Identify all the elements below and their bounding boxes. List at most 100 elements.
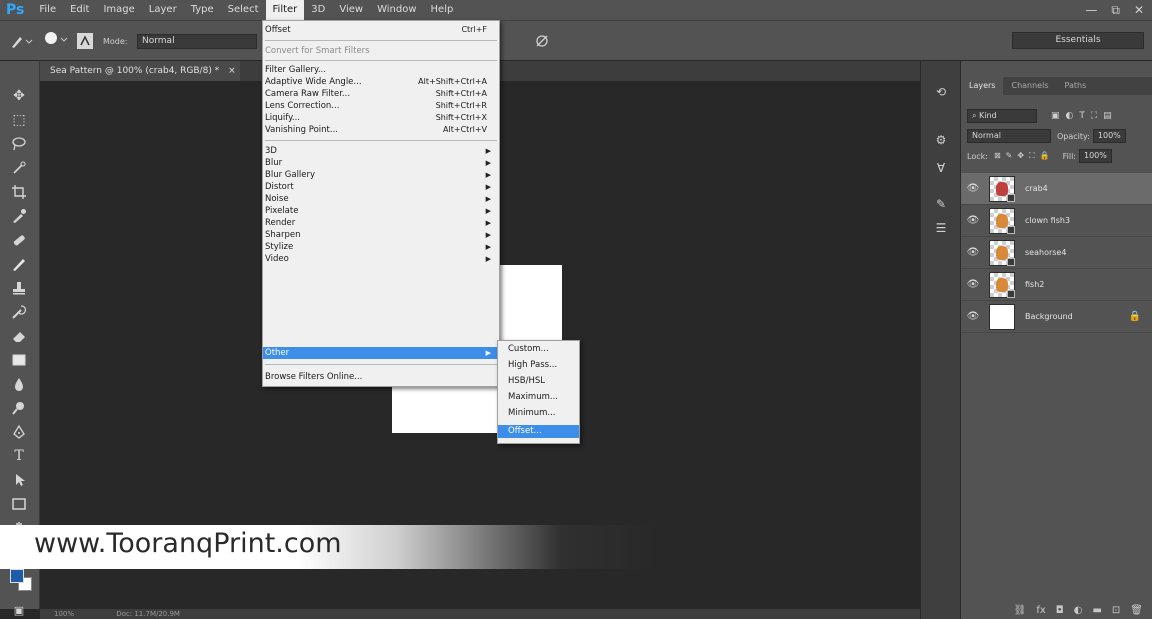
- new-group-icon[interactable]: ▬: [1092, 605, 1101, 616]
- close-button[interactable]: ✕: [1134, 3, 1144, 17]
- layer-style-icon[interactable]: fx: [1036, 605, 1045, 616]
- menu-view[interactable]: View: [332, 0, 370, 20]
- menu-item-noise[interactable]: Noise ▶: [263, 193, 499, 205]
- screen-mode-icon[interactable]: ▣: [8, 599, 30, 619]
- menu-item-adaptive-wide-angle[interactable]: Adaptive Wide Angle... Alt+Shift+Ctrl+A: [263, 76, 499, 88]
- clone-stamp-tool-icon[interactable]: [8, 277, 30, 299]
- menu-item-vanishing-point[interactable]: Vanishing Point... Alt+Ctrl+V: [263, 124, 499, 136]
- menu-3d[interactable]: 3D: [304, 0, 332, 20]
- submenu-item-minimum[interactable]: Minimum...: [498, 407, 579, 420]
- layer-row[interactable]: 👁 crab4: [961, 173, 1152, 205]
- menu-filter[interactable]: Filter: [265, 0, 305, 20]
- type-tool-icon[interactable]: T: [8, 445, 30, 467]
- pen-tool-icon[interactable]: [8, 421, 30, 443]
- menu-type[interactable]: Type: [184, 0, 221, 20]
- menu-select[interactable]: Select: [221, 0, 266, 20]
- menu-file[interactable]: File: [32, 0, 63, 20]
- submenu-item-maximum[interactable]: Maximum...: [498, 391, 579, 404]
- kind-filter-select[interactable]: ⌕ Kind: [967, 109, 1037, 123]
- history-panel-icon[interactable]: ⟲: [931, 85, 951, 103]
- gradient-tool-icon[interactable]: [8, 349, 30, 371]
- tab-paths[interactable]: Paths: [1057, 77, 1095, 95]
- menu-item-filter-gallery[interactable]: Filter Gallery...: [263, 64, 499, 76]
- submenu-item-offset[interactable]: Offset...: [498, 425, 579, 438]
- layer-mask-icon[interactable]: ◘: [1056, 605, 1064, 616]
- brush-tool-icon[interactable]: [8, 253, 30, 275]
- menu-item-other[interactable]: Other ▶: [263, 347, 499, 359]
- visibility-eye-icon[interactable]: 👁: [961, 215, 985, 226]
- brush-tool-icon[interactable]: [8, 21, 34, 61]
- quick-selection-tool-icon[interactable]: [8, 157, 30, 179]
- menu-item-blur[interactable]: Blur ▶: [263, 157, 499, 169]
- crop-tool-icon[interactable]: [8, 181, 30, 203]
- lock-icons[interactable]: ⊠✎✥⛶🔒: [994, 151, 1055, 161]
- foreground-color-swatch[interactable]: [10, 569, 24, 583]
- fill-input[interactable]: 100%: [1079, 149, 1112, 163]
- minimize-button[interactable]: —: [1085, 3, 1097, 17]
- menu-item-render[interactable]: Render ▶: [263, 217, 499, 229]
- workspace-select[interactable]: Essentials: [1012, 32, 1144, 49]
- healing-brush-tool-icon[interactable]: [8, 229, 30, 251]
- lasso-tool-icon[interactable]: [8, 133, 30, 155]
- adjustments-panel-icon[interactable]: ☰: [931, 221, 951, 239]
- restore-button[interactable]: ⧉: [1111, 3, 1120, 18]
- submenu-item-high-pass[interactable]: High Pass...: [498, 359, 579, 372]
- visibility-eye-icon[interactable]: 👁: [961, 311, 985, 322]
- menu-item-distort[interactable]: Distort ▶: [263, 181, 499, 193]
- opacity-input[interactable]: 100%: [1092, 129, 1126, 143]
- visibility-eye-icon[interactable]: 👁: [961, 183, 985, 194]
- menu-item-blur-gallery[interactable]: Blur Gallery ▶: [263, 169, 499, 181]
- path-selection-tool-icon[interactable]: [8, 469, 30, 491]
- character-panel-icon[interactable]: Ɐ: [931, 161, 951, 179]
- menu-item-sharpen[interactable]: Sharpen ▶: [263, 229, 499, 241]
- link-layers-icon[interactable]: ⛓: [1014, 605, 1027, 616]
- menu-layer[interactable]: Layer: [142, 0, 184, 20]
- visibility-eye-icon[interactable]: 👁: [961, 247, 985, 258]
- layer-row[interactable]: 👁 seahorse4: [961, 237, 1152, 269]
- eyedropper-tool-icon[interactable]: [8, 205, 30, 227]
- delete-layer-icon[interactable]: 🗑: [1130, 605, 1143, 616]
- menu-item-last-filter[interactable]: Offset Ctrl+F: [263, 24, 499, 36]
- brush-preset-picker-icon[interactable]: [40, 21, 70, 61]
- status-zoom[interactable]: 100%: [54, 610, 74, 618]
- menu-item-camera-raw[interactable]: Camera Raw Filter... Shift+Ctrl+A: [263, 88, 499, 100]
- close-tab-icon[interactable]: ×: [228, 66, 236, 76]
- menu-image[interactable]: Image: [96, 0, 141, 20]
- blur-tool-icon[interactable]: [8, 373, 30, 395]
- adjustment-layer-icon[interactable]: ◐: [1074, 605, 1083, 616]
- brush-panel-icon[interactable]: ✎: [931, 197, 951, 215]
- menu-item-browse-filters-online[interactable]: Browse Filters Online...: [263, 371, 499, 383]
- menu-edit[interactable]: Edit: [63, 0, 96, 20]
- marquee-tool-icon[interactable]: ⬚: [8, 109, 30, 131]
- document-tab[interactable]: Sea Pattern @ 100% (crab4, RGB/8) * ×: [40, 61, 240, 81]
- history-brush-tool-icon[interactable]: [8, 301, 30, 323]
- layer-row[interactable]: 👁 Background 🔒: [961, 301, 1152, 333]
- filter-type-icons[interactable]: ▣◐T⛶▤: [1051, 111, 1118, 121]
- submenu-item-custom[interactable]: Custom...: [498, 343, 579, 356]
- new-layer-icon[interactable]: ⊡: [1112, 605, 1120, 616]
- layer-thumbnail: [989, 207, 1015, 234]
- layer-row[interactable]: 👁 clown fish3: [961, 205, 1152, 237]
- pressure-size-icon[interactable]: [534, 21, 550, 61]
- menu-item-pixelate[interactable]: Pixelate ▶: [263, 205, 499, 217]
- brush-panel-icon[interactable]: [76, 21, 94, 61]
- move-tool-icon[interactable]: ✥: [8, 85, 30, 107]
- rectangle-tool-icon[interactable]: [8, 493, 30, 515]
- menu-item-video[interactable]: Video ▶: [263, 253, 499, 265]
- menu-item-stylize[interactable]: Stylize ▶: [263, 241, 499, 253]
- menu-item-liquify[interactable]: Liquify... Shift+Ctrl+X: [263, 112, 499, 124]
- visibility-eye-icon[interactable]: 👁: [961, 279, 985, 290]
- layer-row[interactable]: 👁 fish2: [961, 269, 1152, 301]
- menu-window[interactable]: Window: [370, 0, 423, 20]
- tab-layers[interactable]: Layers: [961, 77, 1004, 95]
- menu-help[interactable]: Help: [424, 0, 461, 20]
- menu-item-3d[interactable]: 3D ▶: [263, 145, 499, 157]
- submenu-item-hsb-hsl[interactable]: HSB/HSL: [498, 375, 579, 388]
- tab-channels[interactable]: Channels: [1003, 77, 1056, 95]
- properties-panel-icon[interactable]: ⚙: [931, 133, 951, 151]
- mode-select[interactable]: Normal: [137, 34, 257, 49]
- dodge-tool-icon[interactable]: [8, 397, 30, 419]
- menu-item-lens-correction[interactable]: Lens Correction... Shift+Ctrl+R: [263, 100, 499, 112]
- blend-mode-select[interactable]: Normal: [967, 129, 1051, 143]
- eraser-tool-icon[interactable]: [8, 325, 30, 347]
